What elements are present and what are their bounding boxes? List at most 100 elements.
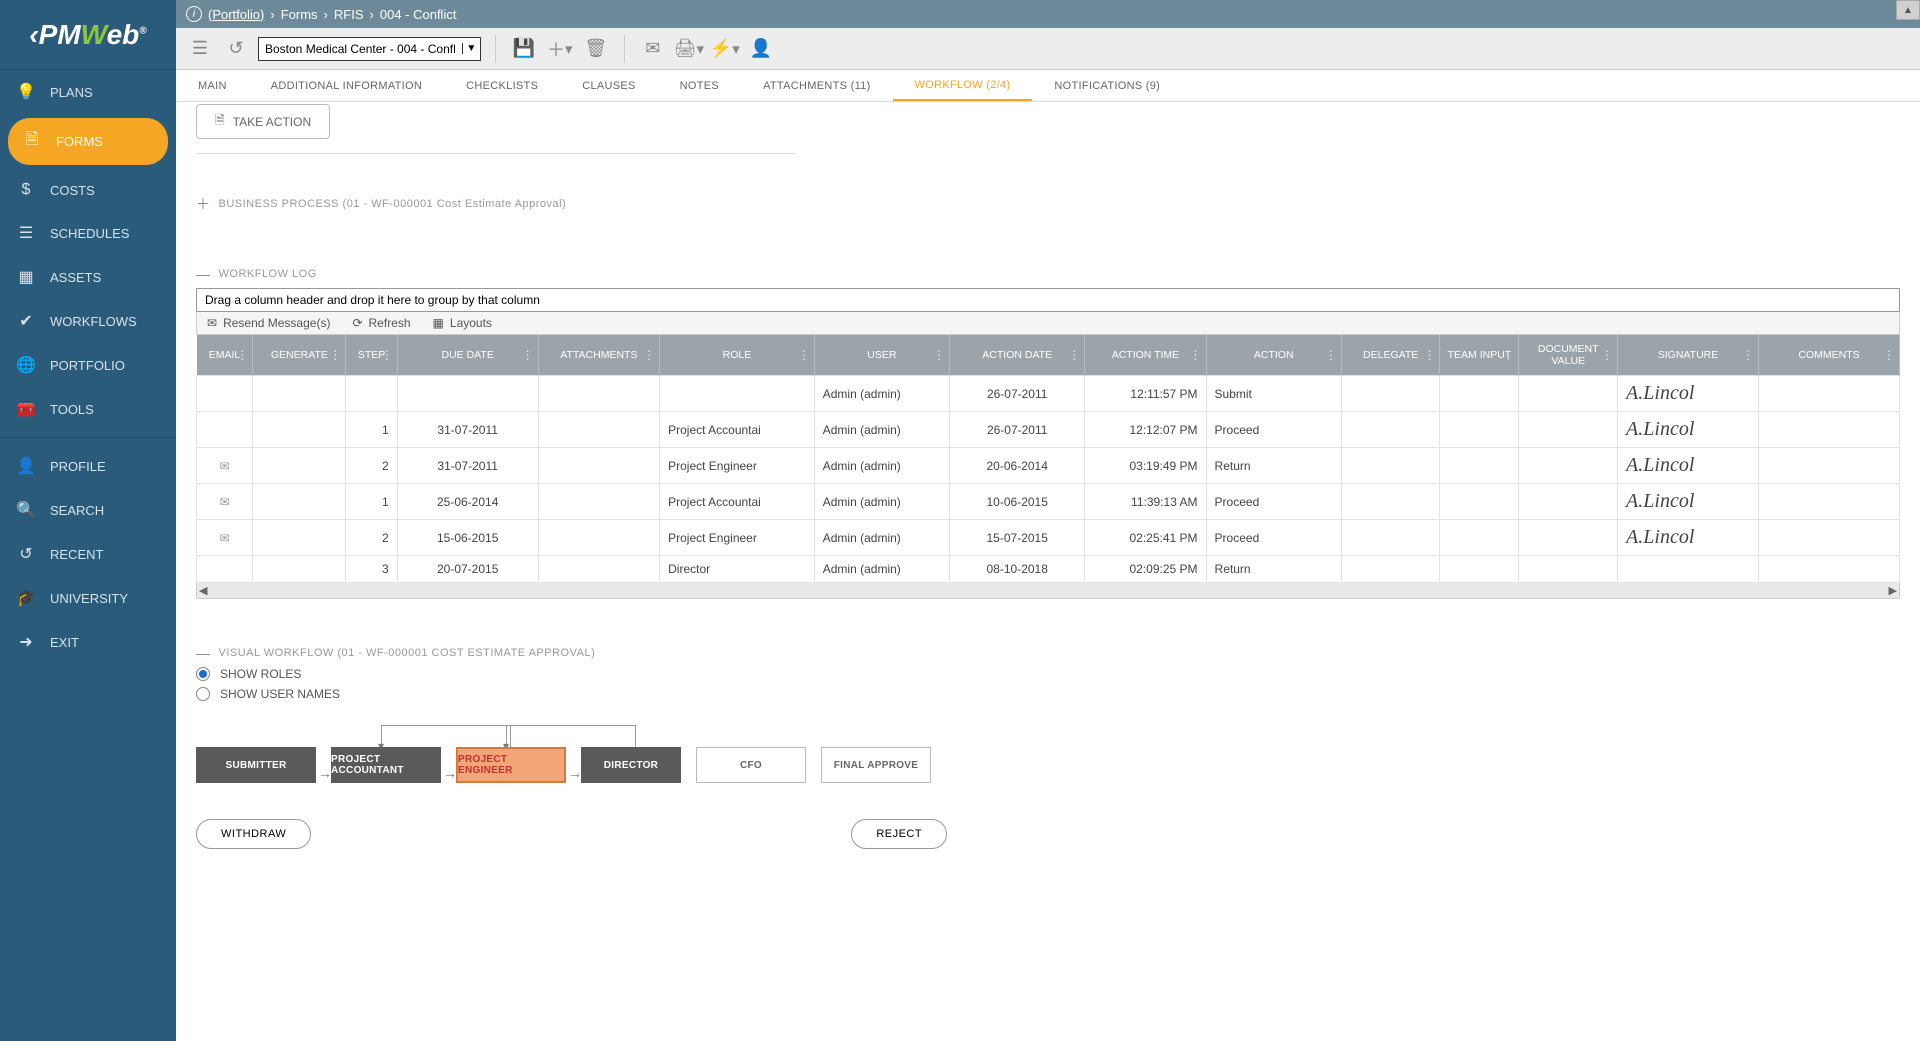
- sidebar-item-forms[interactable]: 🗎FORMS: [8, 118, 168, 165]
- sidebar-item-search[interactable]: 🔍SEARCH: [0, 488, 176, 532]
- column-header[interactable]: TEAM INPUT⋮: [1440, 335, 1519, 376]
- delete-icon[interactable]: 🗑: [582, 35, 610, 63]
- breadcrumb-rfis[interactable]: RFIS: [334, 7, 364, 22]
- sidebar-item-exit[interactable]: ➜EXIT: [0, 620, 176, 664]
- column-header[interactable]: COMMENTS⋮: [1758, 335, 1899, 376]
- check-icon: ✔: [16, 311, 36, 331]
- breadcrumb-bar: i (Portfolio) › Forms › RFIS › 004 - Con…: [176, 0, 1920, 28]
- grid-toolbar: ✉Resend Message(s) ⟳Refresh ▦Layouts: [196, 312, 1900, 335]
- sidebar-item-schedules[interactable]: ☰SCHEDULES: [0, 211, 176, 255]
- user-icon[interactable]: 👤: [747, 35, 775, 63]
- sub-tabs: MAIN ADDITIONAL INFORMATION CHECKLISTS C…: [176, 70, 1920, 102]
- sidebar-item-plans[interactable]: 💡PLANS: [0, 70, 176, 114]
- tools-icon: 🧰: [16, 399, 36, 419]
- column-header[interactable]: STEP⋮: [346, 335, 397, 376]
- sidebar-item-university[interactable]: 🎓UNIVERSITY: [0, 576, 176, 620]
- column-header[interactable]: DUE DATE⋮: [397, 335, 538, 376]
- breadcrumb-portfolio[interactable]: (Portfolio): [208, 7, 264, 22]
- list-icon[interactable]: ☰: [186, 35, 214, 63]
- withdraw-button[interactable]: WITHDRAW: [196, 819, 311, 849]
- reject-button[interactable]: REJECT: [851, 819, 947, 849]
- globe-icon: 🌐: [16, 355, 36, 375]
- column-header[interactable]: ROLE⋮: [660, 335, 815, 376]
- info-icon[interactable]: i: [186, 6, 202, 22]
- flow-director: DIRECTOR: [581, 747, 681, 783]
- column-header[interactable]: USER⋮: [814, 335, 949, 376]
- expand-icon: ＋: [196, 194, 211, 214]
- save-icon: 🗎: [215, 111, 225, 132]
- visual-workflow-header[interactable]: — VISUAL WORKFLOW (01 - WF-000001 COST E…: [196, 645, 1900, 661]
- chevron-down-icon: ▼: [462, 43, 480, 54]
- collapse-icon: —: [196, 645, 211, 661]
- layouts-icon: ▦: [433, 316, 444, 330]
- exit-icon: ➜: [16, 632, 36, 652]
- tab-workflow[interactable]: WORKFLOW (2/4): [893, 70, 1033, 101]
- log-section-header[interactable]: — WORKFLOW LOG: [196, 266, 1900, 282]
- column-header[interactable]: DOCUMENT VALUE⋮: [1519, 335, 1618, 376]
- search-icon: 🔍: [16, 500, 36, 520]
- project-dropdown[interactable]: Boston Medical Center - 004 - Confl ▼: [258, 37, 481, 61]
- show-users-radio[interactable]: SHOW USER NAMES: [196, 687, 1900, 701]
- table-row[interactable]: ✉231-07-2011Project EngineerAdmin (admin…: [197, 448, 1900, 484]
- column-header[interactable]: ATTACHMENTS⋮: [538, 335, 659, 376]
- tab-main[interactable]: MAIN: [176, 70, 249, 101]
- refresh-icon: ⟳: [352, 316, 362, 330]
- logo: ‹PMWeb®: [0, 0, 176, 70]
- visual-workflow: ▾ ▾ SUBMITTER → PROJECT ACCOUNTANT → PRO…: [196, 725, 1900, 795]
- workflow-log-table: EMAIL⋮GENERATE⋮STEP⋮DUE DATE⋮ATTACHMENTS…: [196, 335, 1900, 583]
- history-icon: ↺: [16, 544, 36, 564]
- mail-icon: ✉: [207, 316, 217, 330]
- avatar-icon: 👤: [16, 456, 36, 476]
- content-area: 🗎 TAKE ACTION ＋ BUSINESS PROCESS (01 - W…: [176, 102, 1920, 1041]
- sidebar-item-portfolio[interactable]: 🌐PORTFOLIO: [0, 343, 176, 387]
- column-header[interactable]: EMAIL⋮: [197, 335, 253, 376]
- flow-final: FINAL APPROVE: [821, 747, 931, 783]
- table-row[interactable]: Admin (admin)26-07-201112:11:57 PMSubmit…: [197, 376, 1900, 412]
- column-header[interactable]: ACTION TIME⋮: [1085, 335, 1206, 376]
- tab-notes[interactable]: NOTES: [658, 70, 741, 101]
- table-row[interactable]: ✉125-06-2014Project AccountaiAdmin (admi…: [197, 484, 1900, 520]
- tab-clauses[interactable]: CLAUSES: [560, 70, 657, 101]
- sidebar-item-costs[interactable]: $COSTS: [0, 169, 176, 211]
- sidebar-item-workflows[interactable]: ✔WORKFLOWS: [0, 299, 176, 343]
- sidebar-item-tools[interactable]: 🧰TOOLS: [0, 387, 176, 431]
- history-icon[interactable]: ↺: [222, 35, 250, 63]
- sidebar-item-recent[interactable]: ↺RECENT: [0, 532, 176, 576]
- add-icon[interactable]: ＋▾: [546, 35, 574, 63]
- show-roles-radio[interactable]: SHOW ROLES: [196, 667, 1900, 681]
- group-drop-area[interactable]: Drag a column header and drop it here to…: [196, 288, 1900, 312]
- column-header[interactable]: GENERATE⋮: [253, 335, 346, 376]
- table-row[interactable]: ✉215-06-2015Project EngineerAdmin (admin…: [197, 520, 1900, 556]
- table-row[interactable]: 320-07-2015DirectorAdmin (admin)08-10-20…: [197, 556, 1900, 583]
- flow-accountant: PROJECT ACCOUNTANT: [331, 747, 441, 783]
- tab-checklists[interactable]: CHECKLISTS: [444, 70, 560, 101]
- save-icon[interactable]: 💾: [510, 35, 538, 63]
- column-header[interactable]: SIGNATURE⋮: [1618, 335, 1759, 376]
- mail-icon[interactable]: ✉: [639, 35, 667, 63]
- tab-attachments[interactable]: ATTACHMENTS (11): [741, 70, 892, 101]
- column-header[interactable]: ACTION⋮: [1206, 335, 1341, 376]
- table-row[interactable]: 131-07-2011Project AccountaiAdmin (admin…: [197, 412, 1900, 448]
- tab-notifications[interactable]: NOTIFICATIONS (9): [1032, 70, 1182, 101]
- bp-section-header[interactable]: ＋ BUSINESS PROCESS (01 - WF-000001 Cost …: [196, 194, 1900, 214]
- sidebar-item-profile[interactable]: 👤PROFILE: [0, 444, 176, 488]
- refresh-button[interactable]: ⟳Refresh: [352, 316, 410, 330]
- assets-icon: ▦: [16, 267, 36, 287]
- column-header[interactable]: DELEGATE⋮: [1341, 335, 1440, 376]
- sidebar-item-assets[interactable]: ▦ASSETS: [0, 255, 176, 299]
- breadcrumb-forms[interactable]: Forms: [281, 7, 318, 22]
- sidebar: ‹PMWeb® 💡PLANS 🗎FORMS $COSTS ☰SCHEDULES …: [0, 0, 176, 1041]
- column-header[interactable]: ACTION DATE⋮: [950, 335, 1085, 376]
- scroll-up-control[interactable]: ▲: [1896, 0, 1920, 20]
- bolt-icon[interactable]: ⚡▾: [711, 35, 739, 63]
- flow-engineer-active: PROJECT ENGINEER: [456, 747, 566, 783]
- resend-button[interactable]: ✉Resend Message(s): [207, 316, 330, 330]
- print-icon[interactable]: 🖨▾: [675, 35, 703, 63]
- horizontal-scrollbar[interactable]: ◀▶: [196, 583, 1900, 599]
- take-action-button[interactable]: 🗎 TAKE ACTION: [196, 104, 330, 139]
- tab-additional[interactable]: ADDITIONAL INFORMATION: [249, 70, 444, 101]
- dollar-icon: $: [16, 181, 36, 199]
- radio-icon: [196, 667, 210, 681]
- layouts-button[interactable]: ▦Layouts: [433, 316, 492, 330]
- flow-submitter: SUBMITTER: [196, 747, 316, 783]
